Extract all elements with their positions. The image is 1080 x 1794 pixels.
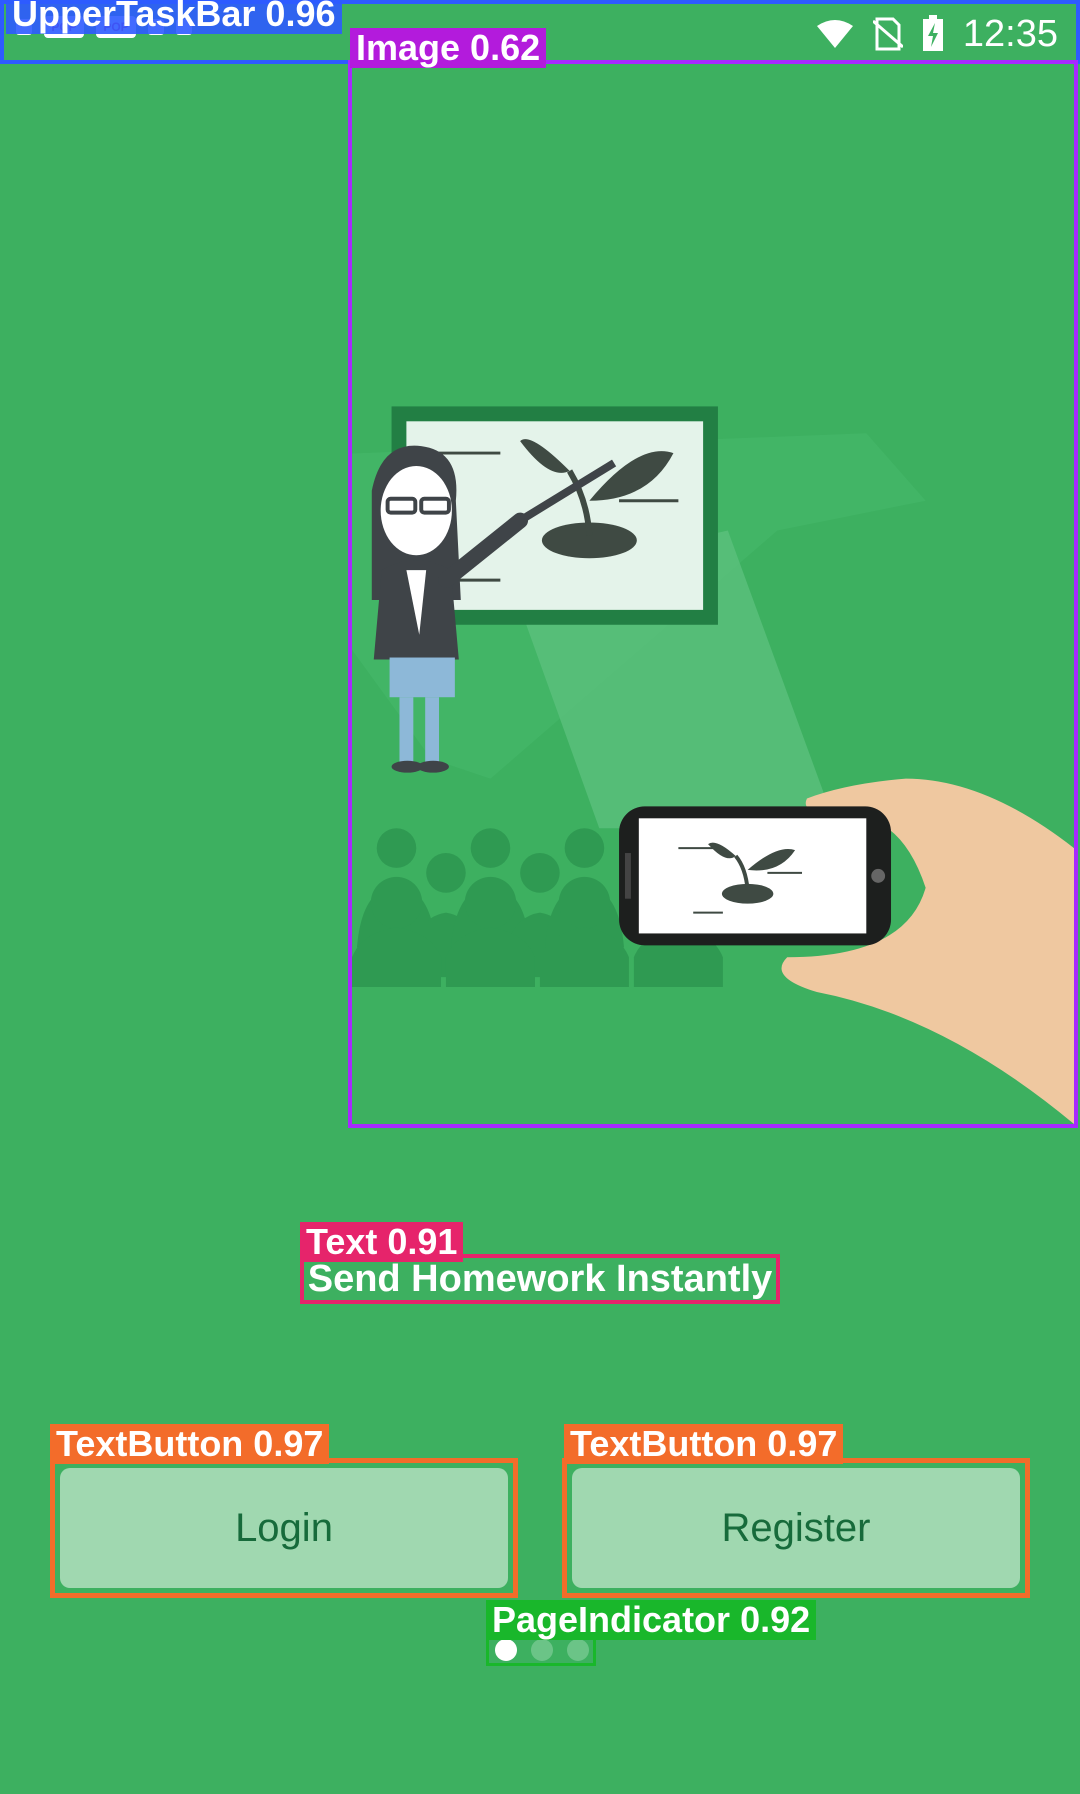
page-dot[interactable] [567, 1639, 589, 1661]
register-button[interactable]: Register [572, 1468, 1020, 1588]
clock: 12:35 [962, 13, 1058, 55]
login-button[interactable]: Login [60, 1468, 508, 1588]
login-button-frame[interactable]: Login [50, 1458, 518, 1598]
detection-label-upper-taskbar: UpperTaskBar 0.96 [6, 0, 342, 34]
detection-label-page-indicator: PageIndicator 0.92 [486, 1600, 817, 1640]
detection-label-image: Image 0.62 [350, 28, 547, 68]
detection-label-textbutton-register: TextButton 0.97 [564, 1424, 844, 1464]
register-button-frame[interactable]: Register [562, 1458, 1030, 1598]
page-dot[interactable] [531, 1639, 553, 1661]
teacher-classroom-phone-illustration [352, 406, 1074, 1124]
page-dot-active[interactable] [495, 1639, 517, 1661]
wifi-icon [816, 20, 853, 48]
detection-label-text: Text 0.91 [300, 1222, 464, 1262]
battery-charging-icon [922, 15, 943, 51]
no-sim-icon [872, 17, 903, 51]
detection-label-textbutton-login: TextButton 0.97 [50, 1424, 330, 1464]
status-bar-system: 12:35 [815, 12, 1058, 56]
onboarding-illustration [348, 60, 1078, 1128]
